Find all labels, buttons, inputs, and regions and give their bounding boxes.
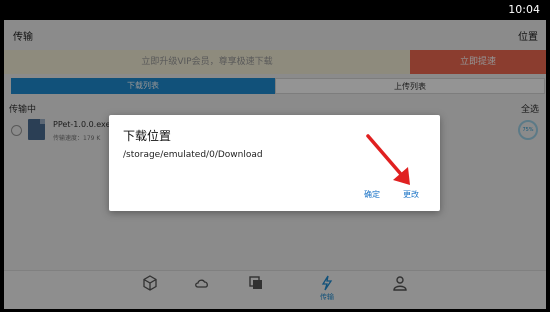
download-path: /storage/emulated/0/Download [123,150,263,160]
change-button[interactable]: 更改 [403,189,419,200]
status-time: 10:04 [508,3,540,16]
confirm-button[interactable]: 确定 [364,189,380,200]
dialog-title: 下载位置 [123,129,172,143]
status-bar: 10:04 [0,0,550,20]
screen-right-edge [546,20,550,309]
red-arrow-icon [366,134,410,185]
